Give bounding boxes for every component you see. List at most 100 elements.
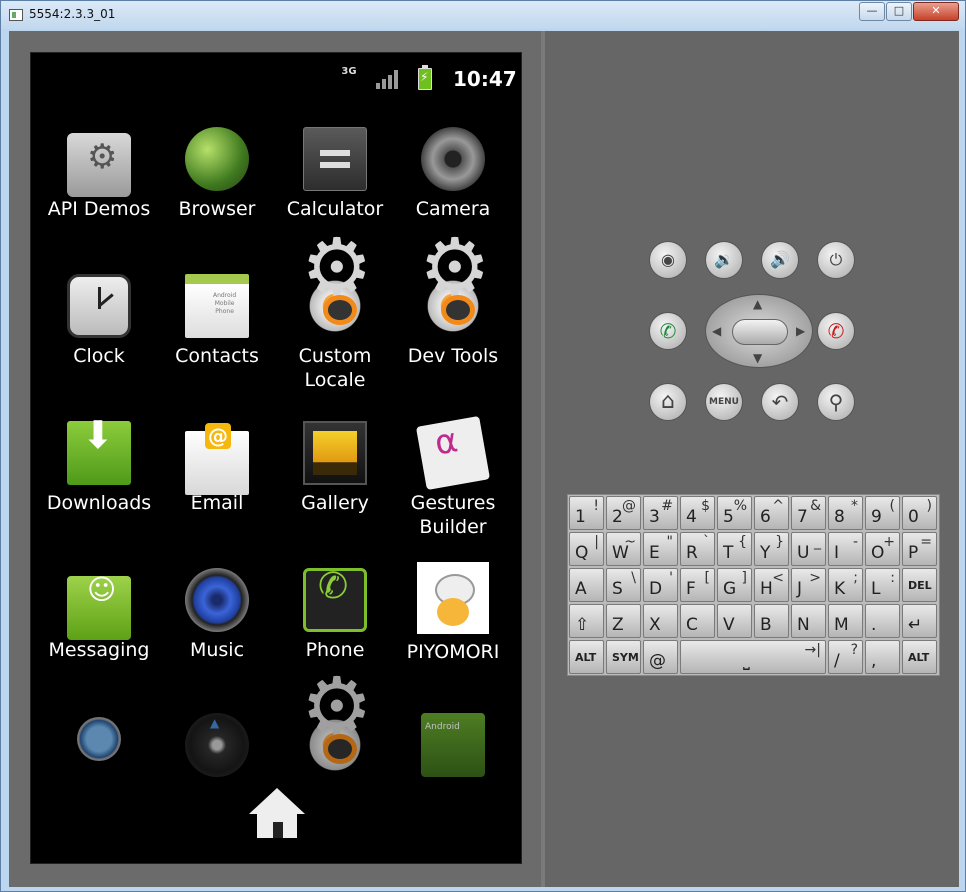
- home-icon[interactable]: ⌂: [649, 383, 687, 421]
- key-h[interactable]: H <: [754, 568, 789, 602]
- key-delete[interactable]: DEL: [902, 568, 937, 602]
- folder-gear-icon: [67, 133, 131, 197]
- dpad-center-button[interactable]: [732, 319, 788, 345]
- device-screen[interactable]: 3G 10:47 API Demos Browser: [30, 52, 522, 864]
- app-compass[interactable]: [158, 711, 276, 783]
- key-e[interactable]: E ": [643, 532, 678, 566]
- volume-down-icon[interactable]: 🔉: [705, 241, 743, 279]
- gear-icon: [419, 256, 491, 338]
- key-a[interactable]: A: [569, 568, 604, 602]
- key-i[interactable]: I-: [828, 532, 863, 566]
- key-d[interactable]: D ': [643, 568, 678, 602]
- app-label: Gestures Builder: [410, 492, 496, 538]
- title-bar[interactable]: 5554:2.3.3_01 — □ ✕: [1, 1, 965, 29]
- key-u[interactable]: U _: [791, 532, 826, 566]
- app-downloads[interactable]: Downloads: [40, 421, 158, 515]
- key-6[interactable]: 6 ^: [754, 496, 789, 530]
- app-search[interactable]: [40, 713, 158, 767]
- keyboard-row-2: Q | W ~ E " R ` T{ Y} U _ I- O + P =: [568, 531, 941, 567]
- power-icon[interactable]: ⏻: [817, 241, 855, 279]
- app-messaging[interactable]: Messaging: [40, 568, 158, 662]
- key-g[interactable]: G]: [717, 568, 752, 602]
- dpad[interactable]: ▲ ▼ ◀ ▶: [705, 294, 813, 368]
- app-label: Camera: [415, 198, 491, 220]
- key-t[interactable]: T{: [717, 532, 752, 566]
- gesture-icon: [415, 415, 491, 491]
- camera-icon[interactable]: ◉: [649, 241, 687, 279]
- key-5[interactable]: 5%: [717, 496, 752, 530]
- back-icon[interactable]: ↶: [761, 383, 799, 421]
- compass-icon: [185, 711, 249, 777]
- key-period[interactable]: .: [865, 604, 900, 638]
- app-settings[interactable]: [276, 695, 394, 783]
- home-house-icon[interactable]: [247, 788, 307, 842]
- app-custom-locale[interactable]: Custom Locale: [276, 256, 394, 392]
- close-button[interactable]: ✕: [913, 2, 959, 21]
- key-sym[interactable]: SYM: [606, 640, 641, 674]
- dpad-right-icon[interactable]: ▶: [796, 324, 805, 338]
- minimize-button[interactable]: —: [859, 2, 885, 21]
- app-music[interactable]: Music: [158, 568, 276, 662]
- app-calculator[interactable]: Calculator: [276, 127, 394, 221]
- door-shape: [273, 822, 283, 838]
- maximize-button[interactable]: □: [886, 2, 912, 21]
- key-k[interactable]: K;: [828, 568, 863, 602]
- key-alt-left[interactable]: ALT: [569, 640, 604, 674]
- key-3[interactable]: 3 #: [643, 496, 678, 530]
- app-gallery[interactable]: Gallery: [276, 421, 394, 515]
- key-0[interactable]: 0): [902, 496, 937, 530]
- status-bar[interactable]: 3G 10:47: [31, 53, 523, 101]
- app-clock[interactable]: Clock: [40, 274, 158, 368]
- dpad-up-icon[interactable]: ▲: [753, 297, 762, 311]
- key-n[interactable]: N: [791, 604, 826, 638]
- key-2[interactable]: 2 @: [606, 496, 641, 530]
- key-enter[interactable]: ↵: [902, 604, 937, 638]
- key-shift[interactable]: ⇧: [569, 604, 604, 638]
- volume-up-icon[interactable]: 🔊: [761, 241, 799, 279]
- app-gestures-builder[interactable]: Gestures Builder: [394, 415, 512, 539]
- key-7[interactable]: 7 &: [791, 496, 826, 530]
- key-z[interactable]: Z: [606, 604, 641, 638]
- key-space[interactable]: ⎵ →|: [680, 640, 826, 674]
- call-icon[interactable]: ✆: [649, 312, 687, 350]
- app-api-demos[interactable]: API Demos: [40, 127, 158, 221]
- key-4[interactable]: 4 $: [680, 496, 715, 530]
- key-9[interactable]: 9(: [865, 496, 900, 530]
- app-camera[interactable]: Camera: [394, 127, 512, 221]
- key-w[interactable]: W ~: [606, 532, 641, 566]
- key-b[interactable]: B: [754, 604, 789, 638]
- key-8[interactable]: 8 *: [828, 496, 863, 530]
- key-slash[interactable]: /?: [828, 640, 863, 674]
- globe-icon: [185, 127, 249, 191]
- end-call-icon[interactable]: ✆: [817, 312, 855, 350]
- app-browser[interactable]: Browser: [158, 127, 276, 221]
- key-m[interactable]: M: [828, 604, 863, 638]
- battery-charging-icon: [418, 65, 432, 90]
- app-contacts[interactable]: Contacts: [158, 274, 276, 368]
- key-comma[interactable]: ,: [865, 640, 900, 674]
- key-c[interactable]: C: [680, 604, 715, 638]
- key-j[interactable]: J >: [791, 568, 826, 602]
- menu-button[interactable]: MENU: [705, 383, 743, 421]
- key-f[interactable]: F[: [680, 568, 715, 602]
- key-p[interactable]: P =: [902, 532, 937, 566]
- key-y[interactable]: Y}: [754, 532, 789, 566]
- dpad-left-icon[interactable]: ◀: [712, 324, 721, 338]
- key-s[interactable]: S \: [606, 568, 641, 602]
- app-phone[interactable]: Phone: [276, 568, 394, 662]
- dpad-down-icon[interactable]: ▼: [753, 351, 762, 365]
- key-at[interactable]: @: [643, 640, 678, 674]
- key-r[interactable]: R `: [680, 532, 715, 566]
- key-1[interactable]: 1!: [569, 496, 604, 530]
- key-q[interactable]: Q |: [569, 532, 604, 566]
- key-v[interactable]: V: [717, 604, 752, 638]
- app-android-market[interactable]: [394, 713, 512, 783]
- key-alt-right[interactable]: ALT: [902, 640, 937, 674]
- app-piyomori[interactable]: PIYOMORI: [394, 562, 512, 664]
- app-dev-tools[interactable]: Dev Tools: [394, 256, 512, 368]
- key-l[interactable]: L:: [865, 568, 900, 602]
- key-o[interactable]: O +: [865, 532, 900, 566]
- search-icon[interactable]: ⚲: [817, 383, 855, 421]
- key-x[interactable]: X: [643, 604, 678, 638]
- app-email[interactable]: Email: [158, 421, 276, 515]
